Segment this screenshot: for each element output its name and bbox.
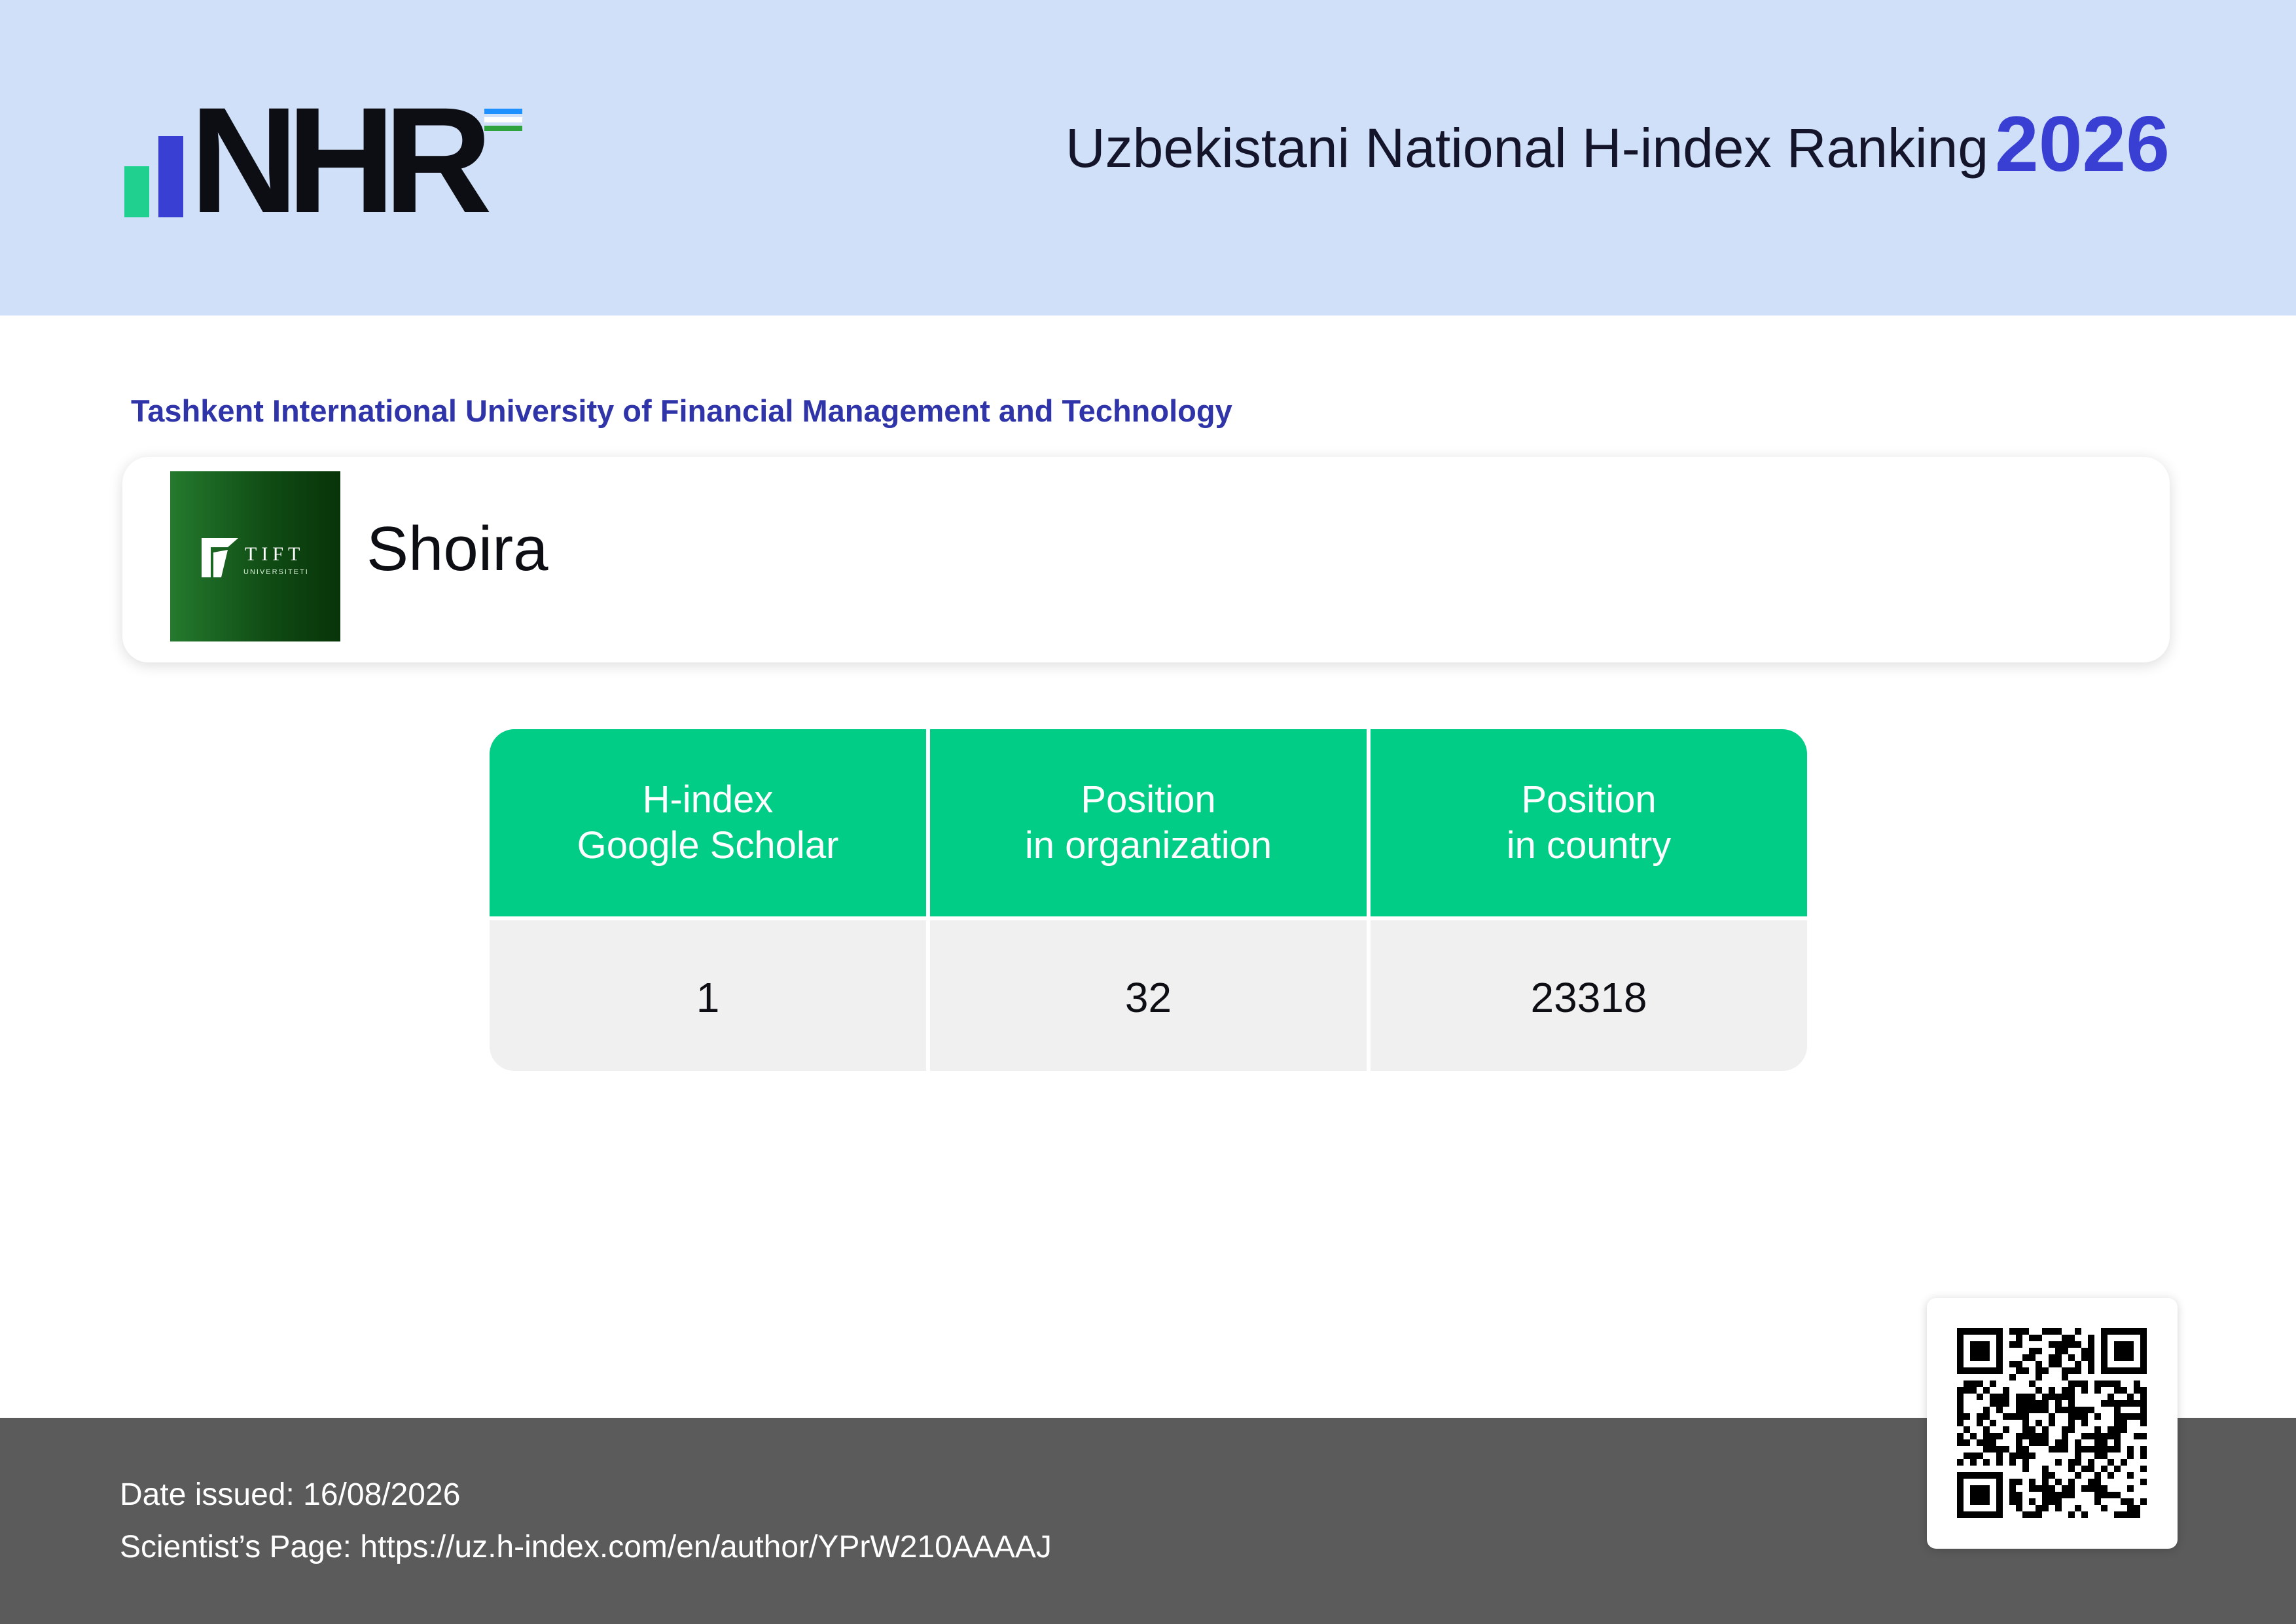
header-banner: NHR Uzbekistani National H-index Ranking… bbox=[0, 0, 2296, 316]
stat-value: 32 bbox=[930, 920, 1367, 1071]
stats-table: H-index Google Scholar 1 Position in org… bbox=[490, 729, 1807, 1071]
date-issued: Date issued: 16/08/2026 bbox=[120, 1477, 460, 1513]
stat-label-line2: in organization bbox=[1024, 824, 1272, 867]
stat-label-line2: in country bbox=[1506, 824, 1672, 867]
organization-name: Tashkent International University of Fin… bbox=[131, 393, 1232, 428]
scientist-page: Scientist’s Page: https://uz.h-index.com… bbox=[120, 1529, 1052, 1565]
stat-label-line1: Position bbox=[1521, 778, 1657, 821]
scientist-name: Shoira bbox=[367, 514, 548, 584]
stat-header: Position in organization bbox=[930, 729, 1367, 916]
scientist-page-link[interactable]: https://uz.h-index.com/en/author/YPrW210… bbox=[360, 1530, 1052, 1564]
stat-header: H-index Google Scholar bbox=[490, 729, 926, 916]
stat-label-line2: Google Scholar bbox=[577, 824, 839, 867]
logo-bar-green bbox=[124, 166, 149, 217]
title-text: Uzbekistani National H-index Ranking bbox=[1066, 117, 1989, 179]
uzbekistan-flag-icon bbox=[484, 109, 522, 134]
date-label: Date issued: bbox=[120, 1477, 295, 1512]
stat-position-country: Position in country 23318 bbox=[1371, 729, 1807, 1071]
stat-value: 1 bbox=[490, 920, 926, 1071]
page-label: Scientist’s Page: bbox=[120, 1530, 351, 1564]
university-logo-subtext: UNIVERSITETI bbox=[243, 568, 309, 576]
page-title: Uzbekistani National H-index Ranking2026 bbox=[1066, 105, 2170, 183]
stat-label-line1: Position bbox=[1081, 778, 1216, 821]
stat-label-line1: H-index bbox=[642, 778, 774, 821]
date-value: 16/08/2026 bbox=[303, 1477, 461, 1512]
stat-hindex: H-index Google Scholar 1 bbox=[490, 729, 926, 1071]
qr-code-card[interactable] bbox=[1927, 1298, 2178, 1549]
logo-text: NHR bbox=[190, 76, 492, 244]
stat-position-organization: Position in organization 32 bbox=[930, 729, 1367, 1071]
stat-header: Position in country bbox=[1371, 729, 1807, 916]
qr-code-icon bbox=[1957, 1328, 2147, 1518]
university-logo-text: TIFT bbox=[245, 543, 305, 565]
stat-value: 23318 bbox=[1371, 920, 1807, 1071]
nhr-logo: NHR bbox=[124, 85, 543, 236]
title-year: 2026 bbox=[1995, 100, 2170, 188]
scientist-card: TIFT UNIVERSITETI Shoira bbox=[122, 457, 2170, 662]
tift-mark-icon bbox=[202, 538, 238, 577]
logo-bar-blue bbox=[158, 136, 183, 217]
university-logo: TIFT UNIVERSITETI bbox=[170, 471, 340, 641]
